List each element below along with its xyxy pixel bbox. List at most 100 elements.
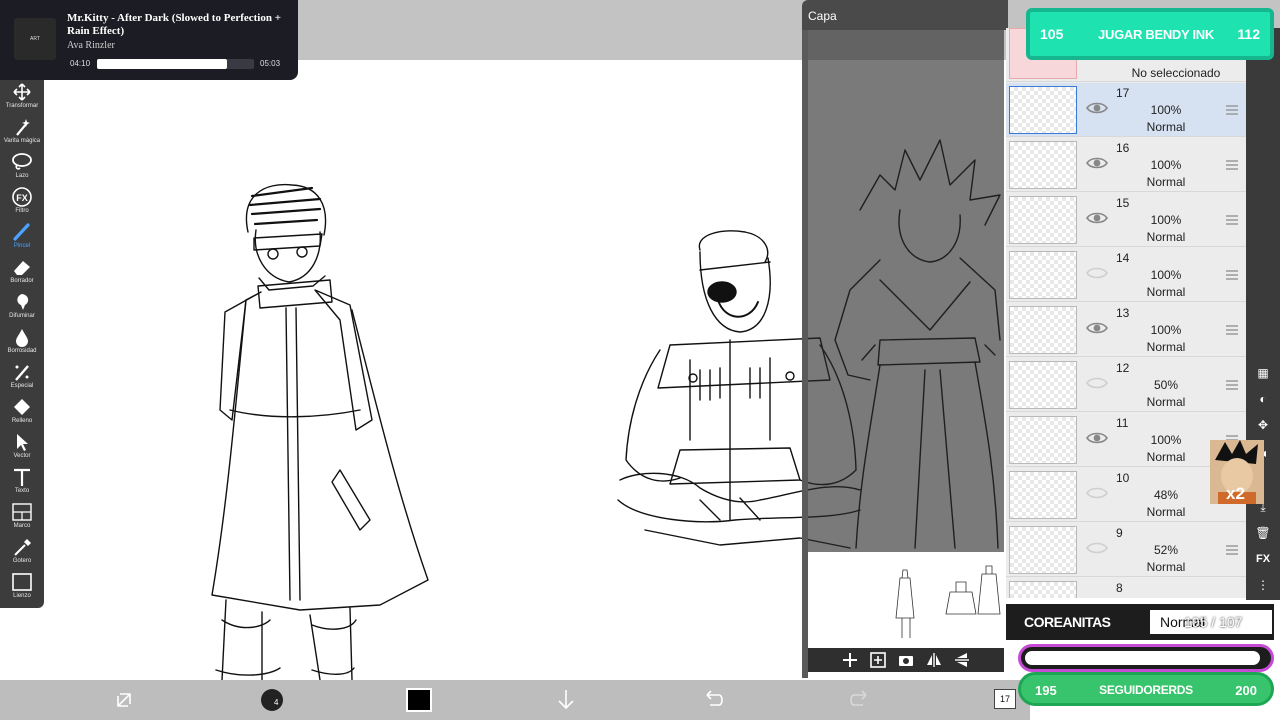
- layer-blend-mode: Normal: [1146, 560, 1186, 574]
- tool-label: Borrosidad: [7, 348, 37, 354]
- drag-handle-icon[interactable]: [1225, 214, 1239, 226]
- brush-icon: [13, 223, 30, 241]
- bottom-toolbar: 4 17: [0, 680, 1030, 720]
- more-options-icon[interactable]: ⋮: [1251, 574, 1275, 596]
- quick-menu-icon[interactable]: [112, 688, 138, 712]
- eye-icon[interactable]: [1086, 430, 1108, 446]
- canvas-preview-drawing: [895, 565, 1001, 638]
- stream-progress-fill: [1025, 651, 1260, 665]
- tool-brush[interactable]: Pincel: [0, 222, 44, 257]
- eye-icon[interactable]: [1086, 210, 1108, 226]
- song-artist: Ava Rinzler: [67, 40, 115, 51]
- blend-mode-box[interactable]: Normal 105 / 107: [1150, 610, 1272, 634]
- eye-icon[interactable]: [1086, 265, 1108, 281]
- layer-thumbnail: [1009, 416, 1077, 464]
- canvas-icon: [12, 573, 32, 591]
- tool-palette: Transformar Varita mágica Lazo FX Filtro…: [0, 80, 44, 608]
- flip-horizontal-icon[interactable]: [926, 652, 942, 668]
- layer-row[interactable]: 16 100% Normal: [1006, 138, 1246, 192]
- streamer-avatar: x2: [1210, 440, 1264, 504]
- layer-row[interactable]: 12 50% Normal: [1006, 358, 1246, 412]
- layer-number: 11: [1116, 416, 1129, 430]
- tool-transform[interactable]: Transformar: [0, 82, 44, 117]
- tool-canvas[interactable]: Lienzo: [0, 572, 44, 607]
- eye-icon[interactable]: [1086, 485, 1108, 501]
- drag-handle-icon[interactable]: [1225, 104, 1239, 116]
- tool-vector[interactable]: Vector: [0, 432, 44, 467]
- tool-magic-wand[interactable]: Varita mágica: [0, 117, 44, 152]
- music-progress-bar[interactable]: [97, 59, 254, 69]
- goal-left-value: 105: [1040, 26, 1064, 42]
- layer-row[interactable]: 9 52% Normal: [1006, 523, 1246, 577]
- canvas-preview[interactable]: [808, 552, 1004, 648]
- drag-handle-icon[interactable]: [1225, 269, 1239, 281]
- eye-icon[interactable]: [1086, 375, 1108, 391]
- redo-icon[interactable]: [847, 688, 873, 712]
- layer-blend-mode: Normal: [1146, 340, 1186, 354]
- layer-thumbnail: [1009, 526, 1077, 574]
- layer-count-button[interactable]: 17: [994, 689, 1016, 709]
- special-icon: [15, 365, 29, 381]
- layer-row[interactable]: 8: [1006, 578, 1246, 598]
- trash-icon[interactable]: 🗑: [1251, 522, 1275, 544]
- layer-list[interactable]: No seleccionado 17 100% Normal 16 100% Normal…: [1006, 28, 1246, 598]
- tool-eyedropper[interactable]: Gotero: [0, 537, 44, 572]
- layer-thumbnail: [1009, 196, 1077, 244]
- tool-label: Pincel: [13, 243, 31, 249]
- coreanitas-label: COREANITAS: [1024, 614, 1111, 630]
- camera-icon[interactable]: [898, 652, 914, 668]
- undo-icon[interactable]: [700, 688, 726, 712]
- tool-smudge[interactable]: Difuminar: [0, 292, 44, 327]
- flip-vertical-icon[interactable]: [954, 652, 970, 668]
- drag-handle-icon[interactable]: [1225, 379, 1239, 391]
- color-swatch[interactable]: [406, 688, 432, 712]
- tool-label: Filtro: [15, 208, 29, 214]
- tool-special[interactable]: Especial: [0, 362, 44, 397]
- music-player-widget: ART Mr.Kitty - After Dark (Slowed to Per…: [0, 0, 298, 80]
- tool-frame[interactable]: Marco: [0, 502, 44, 537]
- fx-icon: FX: [12, 187, 32, 207]
- layer-opacity: 100%: [1150, 433, 1182, 447]
- layer-opacity: 100%: [1150, 103, 1182, 117]
- tool-label: Marco: [13, 523, 31, 529]
- tool-blur[interactable]: Borrosidad: [0, 327, 44, 362]
- layer-row[interactable]: 14 100% Normal: [1006, 248, 1246, 302]
- layer-thumbnail: [1009, 251, 1077, 299]
- checker-icon[interactable]: ▦: [1251, 362, 1275, 384]
- layer-row[interactable]: 15 100% Normal: [1006, 193, 1246, 247]
- svg-text:FX: FX: [16, 193, 28, 203]
- stream-bar-coreanitas: COREANITAS Normal 105 / 107: [1006, 604, 1274, 640]
- eye-icon[interactable]: [1086, 540, 1108, 556]
- eye-icon[interactable]: [1086, 320, 1108, 336]
- drag-handle-icon[interactable]: [1225, 544, 1239, 556]
- arrow-down-icon[interactable]: [553, 688, 579, 712]
- tool-fill[interactable]: Relleno: [0, 397, 44, 432]
- tool-eraser[interactable]: Borrador: [0, 257, 44, 292]
- duplicate-layer-icon[interactable]: [870, 652, 886, 668]
- drag-handle-icon[interactable]: [1225, 159, 1239, 171]
- fx-layer-icon[interactable]: FX: [1251, 548, 1275, 570]
- tool-text[interactable]: Texto: [0, 467, 44, 502]
- tool-label: Varita mágica: [3, 138, 41, 144]
- smudge-icon: [17, 294, 29, 310]
- eraser-icon: [14, 261, 30, 275]
- contrast-icon[interactable]: ◐: [1251, 388, 1275, 410]
- move-layer-icon[interactable]: ✥: [1251, 414, 1275, 436]
- layer-opacity: 48%: [1153, 488, 1179, 502]
- eye-icon[interactable]: [1086, 100, 1108, 116]
- eye-icon[interactable]: [1086, 155, 1108, 171]
- tool-filter[interactable]: FX Filtro: [0, 187, 44, 222]
- layer-row[interactable]: 17 100% Normal: [1006, 83, 1246, 137]
- layer-row[interactable]: 13 100% Normal: [1006, 303, 1246, 357]
- layer-blend-mode: Normal: [1146, 120, 1186, 134]
- coreanitas-count: 105 / 107: [1184, 614, 1243, 630]
- tool-lasso[interactable]: Lazo: [0, 152, 44, 187]
- brush-size-icon[interactable]: 4: [259, 688, 285, 712]
- tool-label: Borrador: [10, 278, 34, 284]
- add-layer-icon[interactable]: [842, 652, 858, 668]
- drag-handle-icon[interactable]: [1225, 324, 1239, 336]
- layer-number: 12: [1116, 361, 1130, 375]
- layer-side-tools: ▦ ◐ ✥ ◂ ⤓ 🗑 FX ⋮: [1246, 28, 1280, 600]
- album-art: ART: [14, 18, 56, 60]
- panel-title: Capa: [808, 9, 837, 23]
